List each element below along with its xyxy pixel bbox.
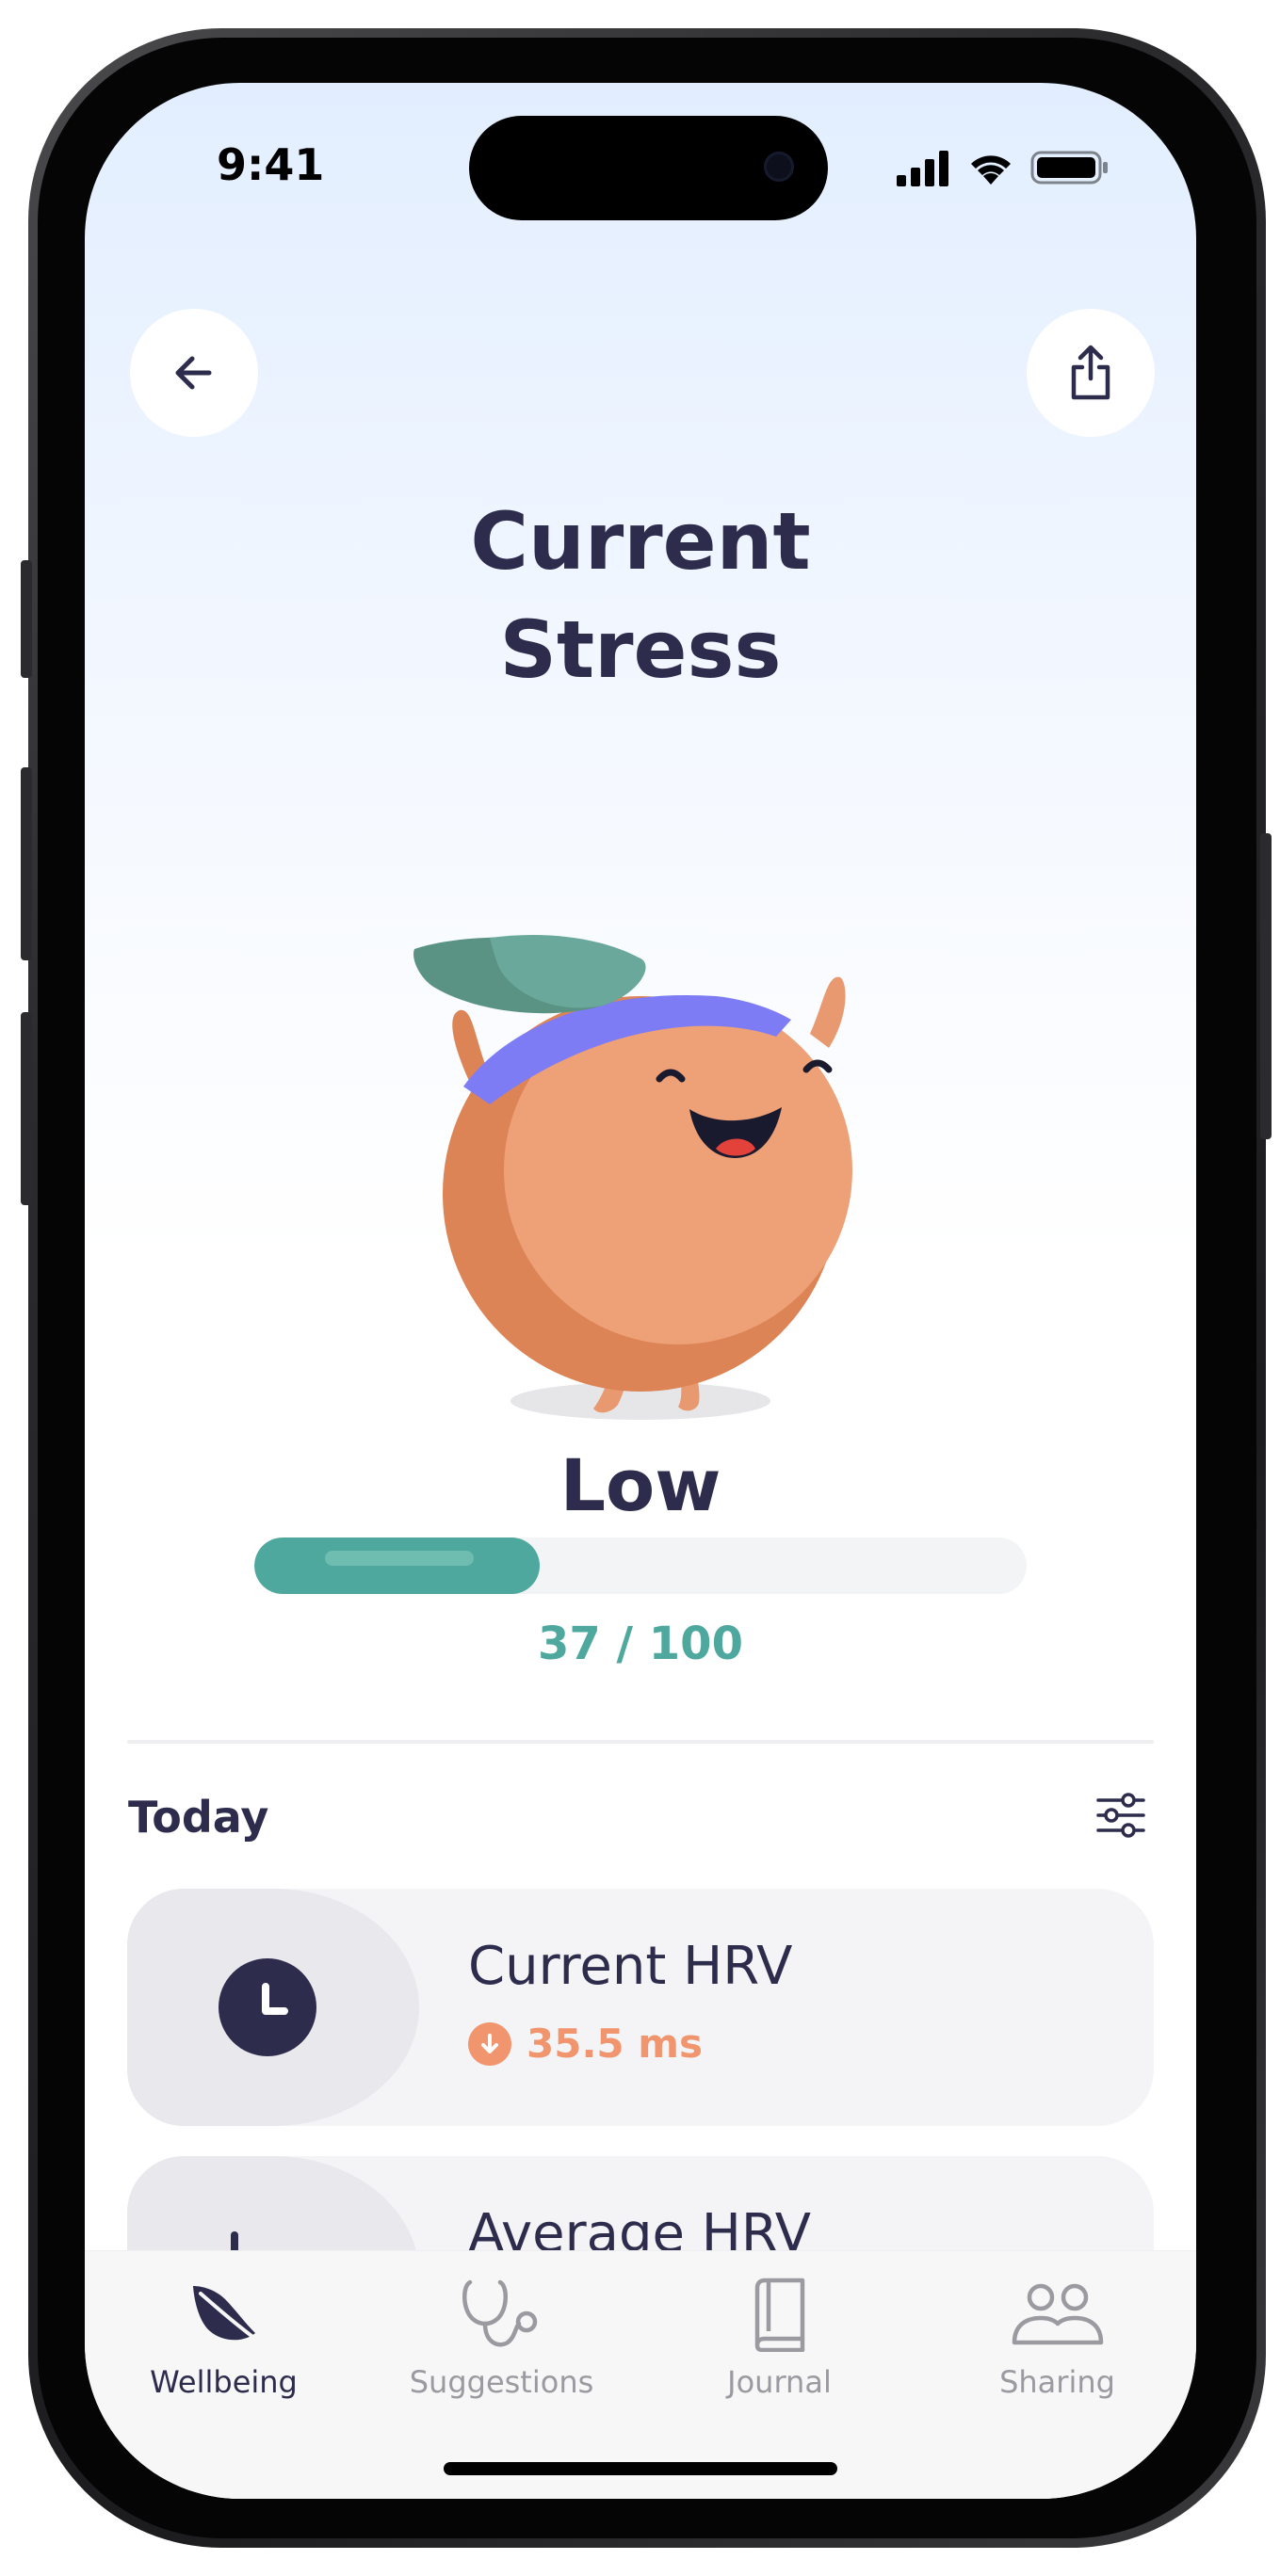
share-icon <box>1071 345 1110 400</box>
volume-up-button <box>21 767 32 960</box>
page-title: Current Stress <box>470 495 811 696</box>
section-divider <box>127 1740 1154 1744</box>
progress-shine <box>325 1551 474 1566</box>
filter-button[interactable] <box>1093 1787 1149 1843</box>
back-button[interactable] <box>130 309 258 437</box>
current-hrv-card[interactable]: Current HRV 35.5 ms <box>127 1889 1154 2126</box>
tab-suggestions[interactable]: Suggestions <box>363 2272 640 2400</box>
stress-level-label: Low <box>559 1443 721 1527</box>
dynamic-island <box>469 116 828 220</box>
tab-sharing[interactable]: Sharing <box>918 2272 1196 2400</box>
book-icon <box>754 2278 804 2352</box>
stress-progress-bar <box>254 1538 1027 1594</box>
volume-down-button <box>21 1012 32 1205</box>
arrow-left-icon <box>175 356 212 390</box>
peach-mascot-illustration <box>413 934 852 1420</box>
tab-journal[interactable]: Journal <box>640 2272 918 2400</box>
tab-wellbeing[interactable]: Wellbeing <box>85 2272 363 2400</box>
leaf-icon <box>192 2286 257 2341</box>
clock-icon <box>219 1958 316 2056</box>
card-title: Current HRV <box>468 1936 793 1997</box>
stress-progress-fill <box>254 1538 540 1594</box>
screen: 9:41 Current Stress Low 37 / 100 Today C… <box>85 83 1196 2499</box>
status-time: 9:41 <box>217 139 325 190</box>
today-heading: Today <box>128 1792 269 1843</box>
tab-label: Wellbeing <box>150 2364 298 2400</box>
tab-label: Journal <box>727 2364 832 2400</box>
sliders-icon <box>1096 1793 1145 1838</box>
stethoscope-icon <box>462 2279 537 2347</box>
arrow-down-icon <box>468 2021 511 2066</box>
camera-icon <box>764 152 794 182</box>
people-icon <box>1012 2283 1103 2345</box>
card-value: 35.5 ms <box>527 2021 704 2067</box>
status-icons <box>895 149 1110 186</box>
tab-label: Suggestions <box>409 2364 594 2400</box>
tab-label: Sharing <box>999 2364 1115 2400</box>
action-button <box>21 560 32 678</box>
stress-score: 37 / 100 <box>538 1618 743 1670</box>
power-button <box>1260 833 1272 1139</box>
battery-icon <box>1030 151 1108 185</box>
card-value-row: 35.5 ms <box>468 2021 703 2067</box>
home-indicator <box>444 2462 837 2475</box>
signal-icon <box>897 151 948 186</box>
wifi-icon <box>971 155 1011 185</box>
share-button[interactable] <box>1027 309 1155 437</box>
